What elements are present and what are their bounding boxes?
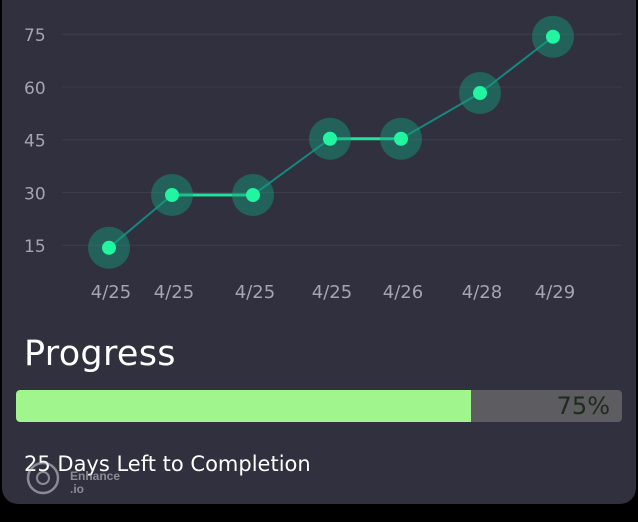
data-point bbox=[394, 131, 408, 146]
watermark-text: Enhance .io bbox=[70, 470, 120, 496]
progress-bar-fill bbox=[16, 390, 471, 422]
data-point bbox=[473, 86, 487, 101]
y-tick-label: 30 bbox=[24, 184, 46, 204]
progress-percent-label: 75% bbox=[556, 392, 610, 420]
progress-line-chart: 75 60 45 30 15 4/25 4/25 4/25 4/25 4/26 4/28 4/29 bbox=[24, 15, 622, 303]
x-tick-label: 4/26 bbox=[383, 282, 423, 303]
x-tick-label: 4/25 bbox=[235, 282, 275, 303]
enhance-io-watermark: Enhance .io bbox=[26, 458, 136, 498]
y-tick-label: 45 bbox=[24, 132, 46, 152]
watermark-logo-icon bbox=[26, 461, 60, 495]
data-point bbox=[102, 240, 116, 255]
x-tick-label: 4/25 bbox=[91, 282, 131, 303]
progress-bar: 75% bbox=[16, 390, 622, 422]
x-tick-label: 4/25 bbox=[154, 282, 194, 303]
progress-card: 75 60 45 30 15 4/25 4/25 4/25 4/25 4/26 4/28 4/29 P… bbox=[2, 0, 636, 504]
data-point bbox=[323, 131, 337, 146]
y-tick-label: 15 bbox=[24, 237, 46, 257]
data-point bbox=[246, 188, 260, 203]
data-point bbox=[165, 188, 179, 203]
data-point bbox=[546, 29, 560, 44]
x-tick-label: 4/25 bbox=[312, 282, 352, 303]
x-tick-label: 4/29 bbox=[535, 282, 575, 303]
y-tick-label: 75 bbox=[24, 26, 46, 46]
progress-title: Progress bbox=[24, 334, 176, 374]
x-tick-label: 4/28 bbox=[462, 282, 502, 303]
y-tick-label: 60 bbox=[24, 79, 46, 99]
watermark-line-2: .io bbox=[70, 482, 84, 496]
